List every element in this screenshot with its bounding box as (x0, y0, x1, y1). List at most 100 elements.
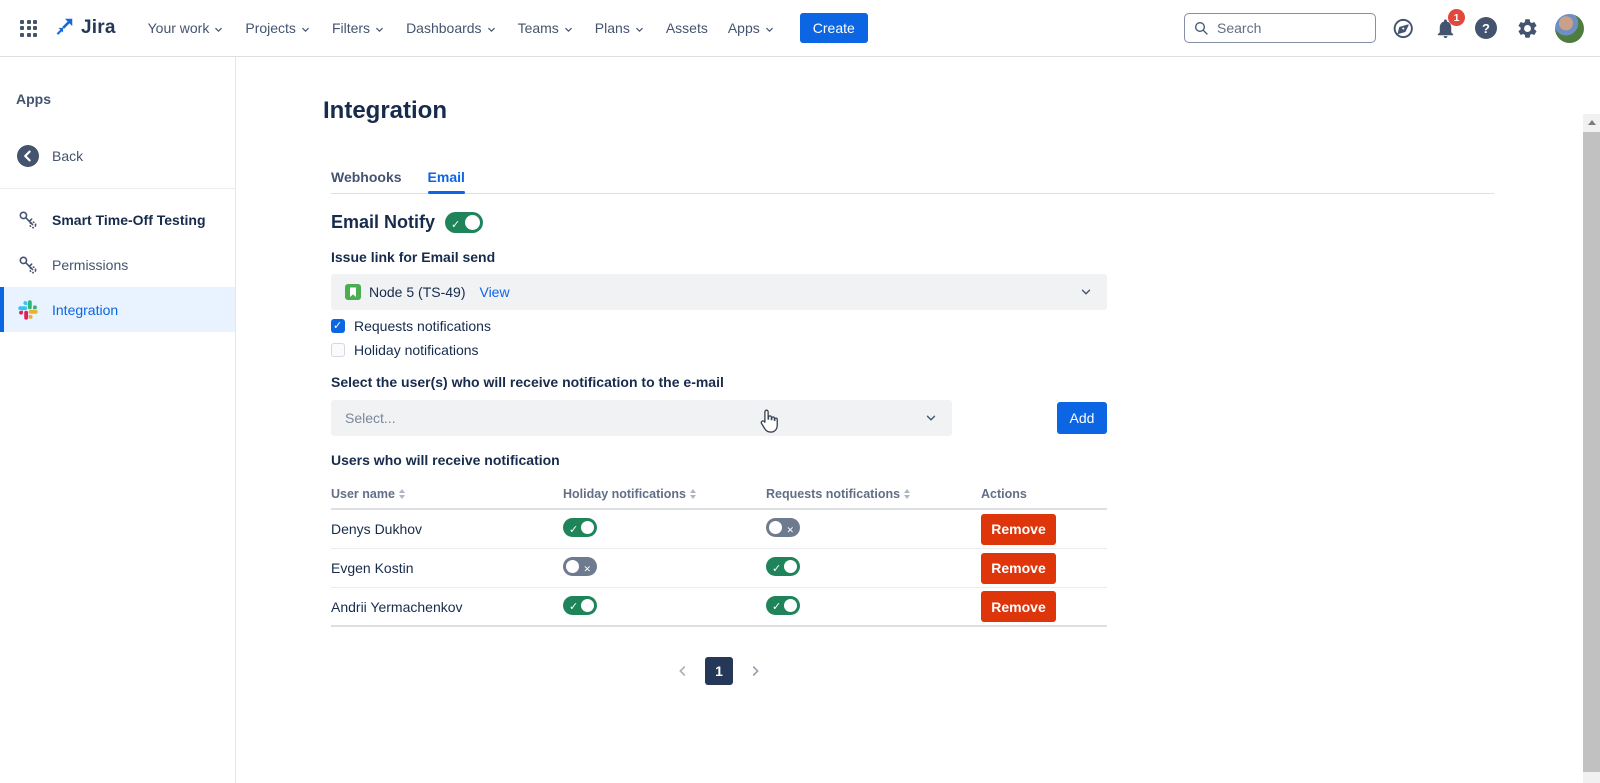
column-header-holiday-notifications[interactable]: Holiday notifications (563, 487, 766, 501)
email-notify-toggle[interactable] (445, 212, 483, 233)
user-select-label: Select the user(s) who will receive noti… (331, 374, 1494, 390)
gear-icon (1516, 17, 1539, 40)
jira-logo[interactable]: Jira (53, 16, 116, 41)
nav-item-plans[interactable]: Plans (585, 12, 656, 44)
holiday-notifications-option: Holiday notifications (331, 342, 1494, 358)
sidebar-item-integration[interactable]: Integration (0, 287, 235, 332)
settings-button[interactable] (1514, 15, 1540, 41)
primary-nav: Your work Projects Filters Dashboards Te… (138, 12, 786, 44)
tab-webhooks[interactable]: Webhooks (331, 169, 402, 193)
checkbox-label: Holiday notifications (354, 342, 479, 358)
user-select-placeholder: Select... (345, 410, 396, 426)
back-icon (16, 144, 40, 168)
key-gear-icon (16, 253, 40, 277)
toggle-knob (784, 560, 797, 573)
tab-bar: Webhooks Email (331, 169, 1494, 194)
search-input[interactable] (1184, 13, 1376, 43)
search-icon (1193, 20, 1209, 39)
toggle-knob (769, 521, 782, 534)
chevron-down-icon (373, 23, 386, 36)
nav-item-apps[interactable]: Apps (718, 12, 786, 44)
user-name-cell: Denys Dukhov (331, 521, 563, 537)
checkbox-label: Requests notifications (354, 318, 491, 334)
issue-link-value: Node 5 (TS-49) (369, 284, 465, 300)
column-header-user-name[interactable]: User name (331, 487, 563, 501)
holiday-notifications-toggle[interactable] (563, 518, 597, 537)
app-switcher-icon[interactable] (14, 14, 43, 43)
key-gear-icon (16, 208, 40, 232)
user-select[interactable]: Select... (331, 400, 952, 436)
table-row: Evgen Kostin Remove (331, 549, 1107, 588)
table-caption: Users who will receive notification (331, 452, 1494, 468)
holiday-notifications-checkbox[interactable] (331, 343, 345, 357)
jira-logo-text: Jira (81, 17, 116, 39)
remove-button[interactable]: Remove (981, 591, 1056, 622)
nav-item-projects[interactable]: Projects (235, 12, 322, 44)
nav-item-filters[interactable]: Filters (322, 12, 396, 44)
nav-item-teams[interactable]: Teams (508, 12, 585, 44)
nav-item-assets[interactable]: Assets (656, 12, 718, 44)
chevron-down-icon (485, 23, 498, 36)
toggle-knob (581, 599, 594, 612)
remove-button[interactable]: Remove (981, 514, 1056, 545)
column-header-requests-notifications[interactable]: Requests notifications (766, 487, 981, 501)
sidebar-item-permissions[interactable]: Permissions (0, 242, 235, 287)
table-header-row: User name Holiday notifications Requests… (331, 480, 1107, 510)
users-table: User name Holiday notifications Requests… (331, 480, 1107, 627)
sort-icon (904, 489, 910, 499)
sidebar-back-button[interactable]: Back (0, 133, 235, 178)
apps-sidebar: Apps Back Smart Time-Off Testing Permiss… (0, 57, 236, 783)
help-icon: ? (1475, 17, 1497, 39)
view-link[interactable]: View (479, 284, 509, 300)
chevron-down-icon (1079, 285, 1093, 302)
sort-icon (690, 489, 696, 499)
cross-icon (786, 520, 794, 536)
requests-notifications-checkbox[interactable] (331, 319, 345, 333)
user-avatar[interactable] (1555, 14, 1584, 43)
nav-item-dashboards[interactable]: Dashboards (396, 12, 508, 44)
top-navigation-bar: Jira Your work Projects Filters Dashboar… (0, 0, 1600, 57)
add-user-button[interactable]: Add (1057, 402, 1107, 434)
holiday-notifications-toggle[interactable] (563, 557, 597, 576)
table-row: Andrii Yermachenkov Remove (331, 588, 1107, 627)
requests-notifications-toggle[interactable] (766, 596, 800, 615)
chevron-left-icon (675, 663, 691, 679)
user-name-cell: Evgen Kostin (331, 560, 563, 576)
sidebar-heading: Apps (0, 91, 235, 107)
scrollbar-thumb[interactable] (1583, 132, 1600, 772)
topnav-right-cluster: 1 ? (1184, 13, 1584, 43)
toggle-knob (581, 521, 594, 534)
sidebar-item-label: Smart Time-Off Testing (52, 212, 206, 228)
sidebar-item-smart-time-off-testing[interactable]: Smart Time-Off Testing (0, 197, 235, 242)
scrollbar-up-arrow[interactable] (1583, 114, 1600, 131)
toggle-knob (784, 599, 797, 612)
create-button[interactable]: Create (800, 13, 868, 43)
chevron-down-icon (212, 23, 225, 36)
table-row: Denys Dukhov Remove (331, 510, 1107, 549)
pagination: 1 (331, 657, 1107, 685)
issue-link-select[interactable]: Node 5 (TS-49) View (331, 274, 1107, 310)
chevron-down-icon (562, 23, 575, 36)
page-title: Integration (323, 97, 1600, 125)
pagination-next-button[interactable] (747, 663, 763, 679)
sidebar-divider (0, 188, 235, 189)
jira-logo-icon (53, 16, 75, 41)
remove-button[interactable]: Remove (981, 553, 1056, 584)
sidebar-item-label: Integration (52, 302, 118, 318)
notification-badge: 1 (1448, 9, 1465, 26)
pagination-prev-button[interactable] (675, 663, 691, 679)
holiday-notifications-toggle[interactable] (563, 596, 597, 615)
requests-notifications-toggle[interactable] (766, 518, 800, 537)
toggle-knob (566, 560, 579, 573)
tab-email[interactable]: Email (428, 169, 465, 193)
check-icon (451, 215, 460, 231)
pagination-page-1[interactable]: 1 (705, 657, 733, 685)
user-name-cell: Andrii Yermachenkov (331, 599, 563, 615)
requests-notifications-toggle[interactable] (766, 557, 800, 576)
chevron-down-icon (924, 411, 938, 428)
discover-button[interactable] (1391, 15, 1417, 41)
issue-link-label: Issue link for Email send (331, 249, 1494, 265)
notifications-button[interactable]: 1 (1432, 15, 1458, 41)
help-button[interactable]: ? (1473, 15, 1499, 41)
nav-item-your-work[interactable]: Your work (138, 12, 236, 44)
